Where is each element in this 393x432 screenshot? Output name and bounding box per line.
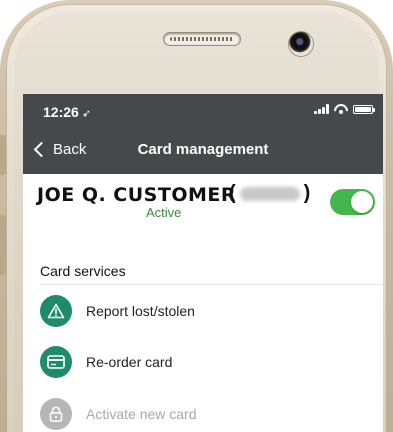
status-time-text: 12:26: [43, 104, 79, 120]
front-camera-icon: [289, 32, 313, 56]
redacted-number: [239, 186, 300, 201]
warning-triangle-icon: [40, 295, 72, 327]
section-divider: [40, 284, 383, 285]
status-time: 12:26 ➶: [43, 104, 91, 120]
lock-icon: [40, 398, 72, 430]
card-enabled-toggle[interactable]: [330, 189, 375, 215]
volume-up-button: [0, 135, 6, 175]
wifi-icon: [334, 104, 348, 114]
signal-icon: [314, 104, 329, 114]
toggle-knob: [351, 191, 373, 213]
card-holder-name: JOE Q. CUSTOMER: [37, 184, 236, 206]
reorder-card-item[interactable]: Re-order card: [40, 342, 383, 382]
reorder-card-label: Re-order card: [86, 354, 173, 370]
page-title: Card management: [137, 141, 269, 158]
number-paren-close: ): [303, 182, 311, 204]
battery-icon: [353, 104, 375, 114]
earpiece-speaker: [164, 33, 240, 45]
location-arrow-icon: ➶: [81, 108, 92, 120]
volume-down-button: [0, 215, 6, 275]
header-bar: 12:26 ➶ Back Card management: [23, 94, 383, 174]
report-lost-stolen-item[interactable]: Report lost/stolen: [40, 291, 383, 331]
card-status: Active: [146, 205, 182, 220]
activate-new-card-label: Activate new card: [86, 406, 197, 422]
status-icons: [314, 104, 375, 114]
number-paren-open: (: [229, 182, 236, 204]
report-lost-stolen-label: Report lost/stolen: [86, 303, 195, 319]
credit-card-icon: [40, 346, 72, 378]
masked-card-number: ( ): [229, 182, 310, 205]
section-title-card-services: Card services: [40, 263, 126, 279]
app-screen: 12:26 ➶ Back Card management JOE Q. CUSTO…: [23, 94, 383, 432]
activate-new-card-item[interactable]: Activate new card: [40, 394, 383, 432]
